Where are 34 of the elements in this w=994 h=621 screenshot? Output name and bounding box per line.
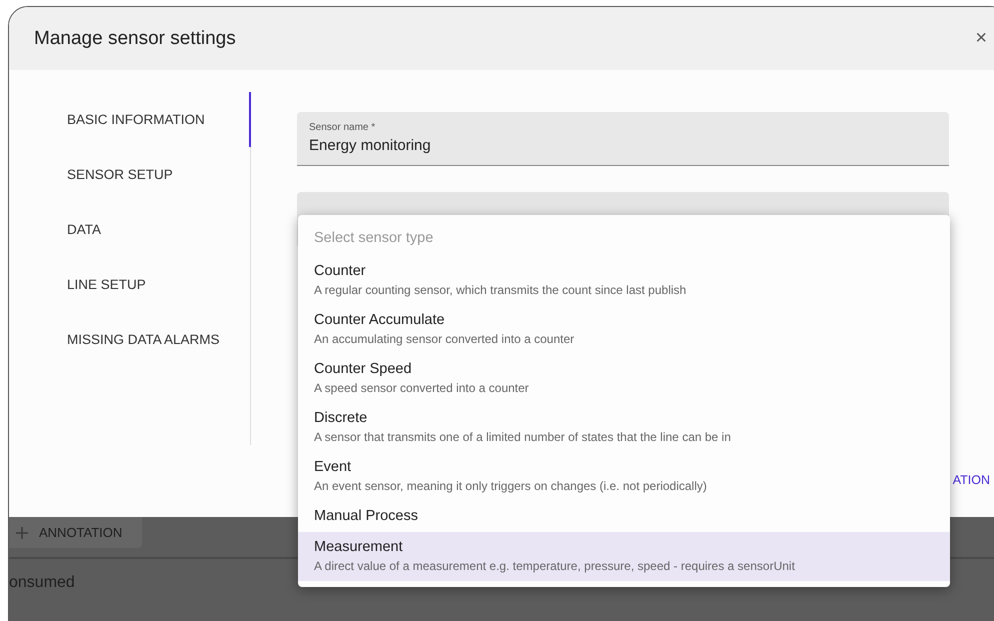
field-value: Energy monitoring: [309, 137, 432, 154]
sensor-name-field[interactable]: Sensor name * Energy monitoring: [297, 112, 949, 166]
option-description: A direct value of a measurement e.g. temperature, pressure, speed - requires a sensorUnit: [314, 559, 796, 573]
option-title: Counter: [314, 263, 367, 279]
footer-button[interactable]: ATION: [952, 471, 991, 489]
nav-tab[interactable]: DATA: [9, 202, 251, 257]
dialog-title: Manage sensor settings: [34, 28, 236, 50]
option-description: A sensor that transmits one of a limited number of states that the line can be in: [314, 430, 732, 444]
option-description: An accumulating sensor converted into a counter: [314, 332, 576, 346]
close-button[interactable]: ×: [971, 27, 991, 50]
nav-tab[interactable]: BASIC INFORMATION: [9, 92, 251, 147]
option-description: An event sensor, meaning it only triggers on changes (i.e. not periodically): [314, 479, 708, 493]
option-description: A regular counting sensor, which transmits the count since last publish: [314, 283, 688, 297]
nav-tab[interactable]: LINE SETUP: [9, 257, 251, 312]
nav-tab[interactable]: MISSING DATA ALARMS: [9, 312, 251, 367]
option-title: Event: [314, 459, 352, 475]
menu-option[interactable]: Counter Speed A speed sensor converted into a counter: [298, 354, 950, 403]
option-title: Counter Accumulate: [314, 312, 446, 328]
option-title: Manual Process: [314, 508, 419, 524]
nav-tab[interactable]: SENSOR SETUP: [9, 147, 251, 202]
dropdown-placeholder: Select sensor type: [313, 229, 434, 248]
menu-option[interactable]: Event An event sensor, meaning it only triggers on changes (i.e. not periodically): [298, 452, 950, 501]
row-text: onsumed: [9, 574, 75, 592]
menu-option[interactable]: Measurement A direct value of a measurement e.g. temperature, pressure, speed - requires a sensorUnit: [298, 532, 950, 581]
menu-option[interactable]: Counter Accumulate An accumulating sensor converted into a counter: [298, 305, 950, 354]
menu-option[interactable]: Counter A regular counting sensor, which transmits the count since last publish: [298, 256, 950, 305]
option-title: Counter Speed: [314, 361, 413, 377]
option-description: A speed sensor converted into a counter: [314, 381, 530, 395]
plus-icon: [15, 526, 29, 540]
option-title: Measurement: [314, 539, 404, 555]
option-title: Discrete: [314, 410, 368, 426]
field-label: Sensor name *: [309, 122, 376, 133]
menu-option[interactable]: Discrete A sensor that transmits one of a limited number of states that the line can be in: [298, 403, 950, 452]
menu-option[interactable]: Manual Process: [298, 501, 950, 532]
